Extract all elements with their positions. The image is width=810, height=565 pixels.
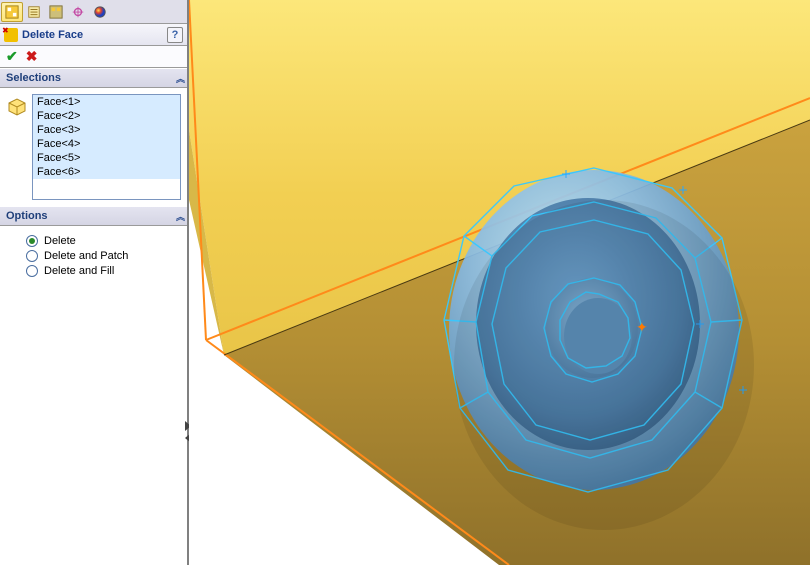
list-item[interactable]: Face<1>	[33, 95, 180, 109]
3d-scene	[189, 0, 810, 565]
feature-tree-icon	[5, 5, 19, 19]
feature-manager-panel: Delete Face ? ✔ ✖ Selections ︽ Face<1> F…	[0, 0, 189, 565]
help-button[interactable]: ?	[167, 27, 183, 43]
tab-configuration-manager[interactable]	[45, 2, 67, 22]
radio-icon	[26, 250, 38, 262]
confirm-row: ✔ ✖	[0, 46, 187, 68]
property-manager-icon	[27, 5, 41, 19]
selected-faces-list[interactable]: Face<1> Face<2> Face<3> Face<4> Face<5> …	[32, 94, 181, 200]
option-delete[interactable]: Delete	[26, 235, 179, 247]
radio-label: Delete and Patch	[44, 250, 128, 262]
selections-label: Selections	[6, 72, 61, 84]
option-delete-and-patch[interactable]: Delete and Patch	[26, 250, 179, 262]
3d-viewport[interactable]: + baseframe_& (Default<<D...	[189, 0, 810, 565]
dimxpert-icon	[71, 5, 85, 19]
list-item[interactable]: Face<2>	[33, 109, 180, 123]
origin-marker-icon: ✦	[636, 319, 648, 336]
list-item[interactable]: Face<3>	[33, 123, 180, 137]
ok-button[interactable]: ✔	[6, 48, 18, 65]
collapse-icon: ︽	[176, 210, 181, 223]
tab-feature-tree[interactable]	[1, 2, 23, 22]
collapse-icon: ︽	[176, 72, 181, 85]
options-body: Delete Delete and Patch Delete and Fill	[0, 226, 187, 292]
face-selection-icon	[6, 96, 28, 118]
panel-tab-bar	[0, 0, 187, 24]
selections-header[interactable]: Selections ︽	[0, 68, 187, 88]
radio-label: Delete	[44, 235, 76, 247]
list-item[interactable]: Face<6>	[33, 165, 180, 179]
option-delete-and-fill[interactable]: Delete and Fill	[26, 265, 179, 277]
command-title: Delete Face	[22, 29, 167, 41]
configuration-icon	[49, 5, 63, 19]
radio-icon	[26, 265, 38, 277]
delete-face-icon	[4, 28, 18, 42]
display-manager-icon	[93, 5, 107, 19]
list-item[interactable]: Face<5>	[33, 151, 180, 165]
cancel-button[interactable]: ✖	[26, 48, 38, 65]
command-title-bar: Delete Face ?	[0, 24, 187, 46]
options-label: Options	[6, 210, 48, 222]
list-item[interactable]: Face<4>	[33, 137, 180, 151]
tab-display-manager[interactable]	[89, 2, 111, 22]
options-header[interactable]: Options ︽	[0, 206, 187, 226]
radio-label: Delete and Fill	[44, 265, 114, 277]
tab-dimxpert[interactable]	[67, 2, 89, 22]
tab-property-manager[interactable]	[23, 2, 45, 22]
selections-body: Face<1> Face<2> Face<3> Face<4> Face<5> …	[0, 88, 187, 206]
radio-icon	[26, 235, 38, 247]
